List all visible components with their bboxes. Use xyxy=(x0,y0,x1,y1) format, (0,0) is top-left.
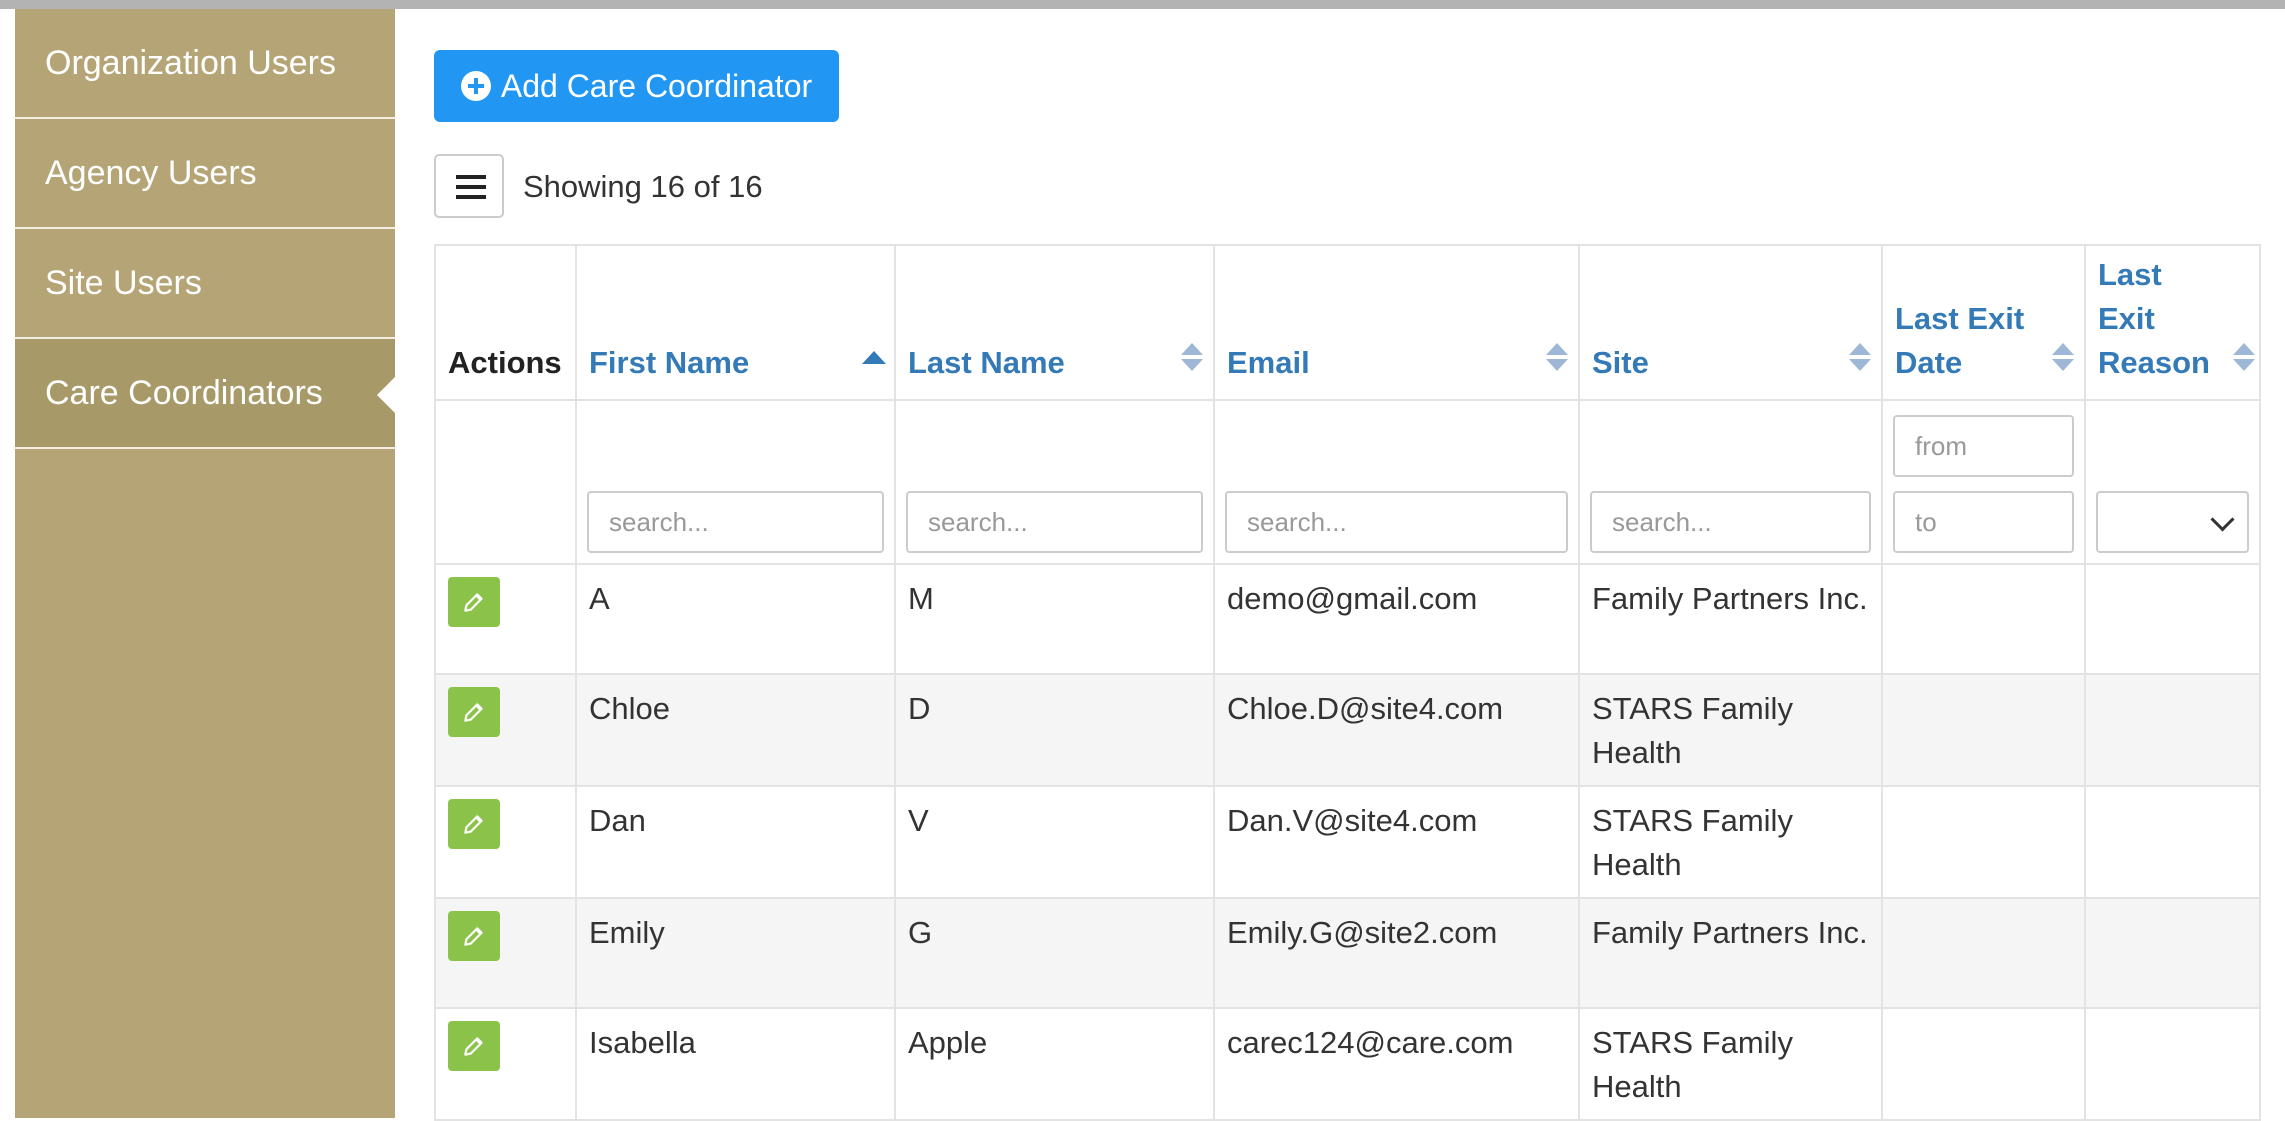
site-cell: STARS Family Health xyxy=(1578,673,1883,787)
exit-reason-cell xyxy=(2084,785,2261,899)
exit-date-cell xyxy=(1881,563,2086,675)
row-count-text: Showing 16 of 16 xyxy=(523,169,763,204)
pencil-icon xyxy=(464,593,483,612)
edit-button[interactable] xyxy=(448,1021,500,1071)
exit-date-range xyxy=(1893,415,2074,553)
last-name-search-input[interactable] xyxy=(906,491,1203,553)
column-menu-button[interactable] xyxy=(434,154,504,218)
sidebar-item-agency-users[interactable]: Agency Users xyxy=(15,119,395,229)
site-cell: Family Partners Inc. xyxy=(1578,563,1883,675)
exit-reason-cell xyxy=(2084,673,2261,787)
pencil-icon xyxy=(464,815,483,834)
email-cell: Chloe.D@site4.com xyxy=(1213,673,1580,787)
sort-icon xyxy=(1546,343,1568,371)
hamburger-icon xyxy=(456,175,486,179)
sort-icon xyxy=(2052,343,2074,371)
pencil-icon xyxy=(464,703,483,722)
sidebar-item-organization-users[interactable]: Organization Users xyxy=(15,9,395,119)
edit-button[interactable] xyxy=(448,799,500,849)
site-cell: STARS Family Health xyxy=(1578,785,1883,899)
first-name-search-input[interactable] xyxy=(587,491,884,553)
exit-date-cell xyxy=(1881,785,2086,899)
sidebar-item-label: Care Coordinators xyxy=(45,373,323,412)
edit-button[interactable] xyxy=(448,911,500,961)
exit-reason-cell xyxy=(2084,897,2261,1009)
sidebar-item-label: Organization Users xyxy=(45,43,337,82)
first-name-cell: Emily xyxy=(575,897,896,1009)
sidebar: Organization Users Agency Users Site Use… xyxy=(15,9,395,1118)
filter-cell-actions xyxy=(434,399,577,565)
pencil-icon xyxy=(464,1037,483,1056)
table-row: Emily G Emily.G@site2.com Family Partner… xyxy=(434,897,2261,1009)
sidebar-item-label: Agency Users xyxy=(45,153,257,192)
table-row: Isabella Apple carec124@care.com STARS F… xyxy=(434,1007,2261,1121)
last-name-cell: V xyxy=(894,785,1215,899)
first-name-cell: A xyxy=(575,563,896,675)
last-name-cell: Apple xyxy=(894,1007,1215,1121)
edit-button[interactable] xyxy=(448,687,500,737)
edit-button[interactable] xyxy=(448,577,500,627)
exit-date-cell xyxy=(1881,897,2086,1009)
column-header-first-name[interactable]: First Name xyxy=(575,244,896,401)
email-cell: Emily.G@site2.com xyxy=(1213,897,1580,1009)
exit-reason-cell xyxy=(2084,563,2261,675)
column-header-last-exit-reason[interactable]: Last Exit Reason xyxy=(2084,244,2261,401)
column-header-email[interactable]: Email xyxy=(1213,244,1580,401)
first-name-cell: Isabella xyxy=(575,1007,896,1121)
header-row: Actions First Name Last Name Email Site … xyxy=(434,244,2261,401)
email-cell: carec124@care.com xyxy=(1213,1007,1580,1121)
plus-circle-icon xyxy=(460,71,491,101)
site-cell: STARS Family Health xyxy=(1578,1007,1883,1121)
email-cell: demo@gmail.com xyxy=(1213,563,1580,675)
main-content: Add Care Coordinator Showing 16 of 16 Ac… xyxy=(395,9,2285,1121)
column-header-last-name[interactable]: Last Name xyxy=(894,244,1215,401)
add-care-coordinator-button[interactable]: Add Care Coordinator xyxy=(434,50,839,122)
add-button-label: Add Care Coordinator xyxy=(500,67,813,104)
email-search-input[interactable] xyxy=(1225,491,1568,553)
table-row: Chloe D Chloe.D@site4.com STARS Family H… xyxy=(434,673,2261,787)
sidebar-item-site-users[interactable]: Site Users xyxy=(15,229,395,339)
first-name-cell: Dan xyxy=(575,785,896,899)
site-search-input[interactable] xyxy=(1590,491,1871,553)
table-row: A M demo@gmail.com Family Partners Inc. xyxy=(434,563,2261,675)
last-name-cell: G xyxy=(894,897,1215,1009)
sidebar-item-care-coordinators[interactable]: Care Coordinators xyxy=(15,339,395,449)
sort-icon xyxy=(1181,343,1203,371)
last-name-cell: D xyxy=(894,673,1215,787)
exit-date-to-input[interactable] xyxy=(1893,491,2074,553)
sort-icon xyxy=(2233,343,2255,371)
chevron-down-icon xyxy=(2210,507,2235,532)
column-header-site[interactable]: Site xyxy=(1578,244,1883,401)
sidebar-item-label: Site Users xyxy=(45,263,202,302)
email-cell: Dan.V@site4.com xyxy=(1213,785,1580,899)
column-header-actions: Actions xyxy=(434,244,577,401)
sort-icon xyxy=(1849,343,1871,371)
exit-date-from-input[interactable] xyxy=(1893,415,2074,477)
site-cell: Family Partners Inc. xyxy=(1578,897,1883,1009)
last-name-cell: M xyxy=(894,563,1215,675)
care-coordinators-table: Actions First Name Last Name Email Site … xyxy=(434,244,2261,1121)
sort-asc-icon xyxy=(862,343,886,371)
exit-reason-cell xyxy=(2084,1007,2261,1121)
pencil-icon xyxy=(464,927,483,946)
exit-reason-select[interactable] xyxy=(2096,491,2249,553)
first-name-cell: Chloe xyxy=(575,673,896,787)
column-header-last-exit-date[interactable]: Last Exit Date xyxy=(1881,244,2086,401)
exit-date-cell xyxy=(1881,673,2086,787)
table-row: Dan V Dan.V@site4.com STARS Family Healt… xyxy=(434,785,2261,899)
exit-date-cell xyxy=(1881,1007,2086,1121)
filter-row xyxy=(434,399,2261,565)
top-border xyxy=(0,0,2285,9)
